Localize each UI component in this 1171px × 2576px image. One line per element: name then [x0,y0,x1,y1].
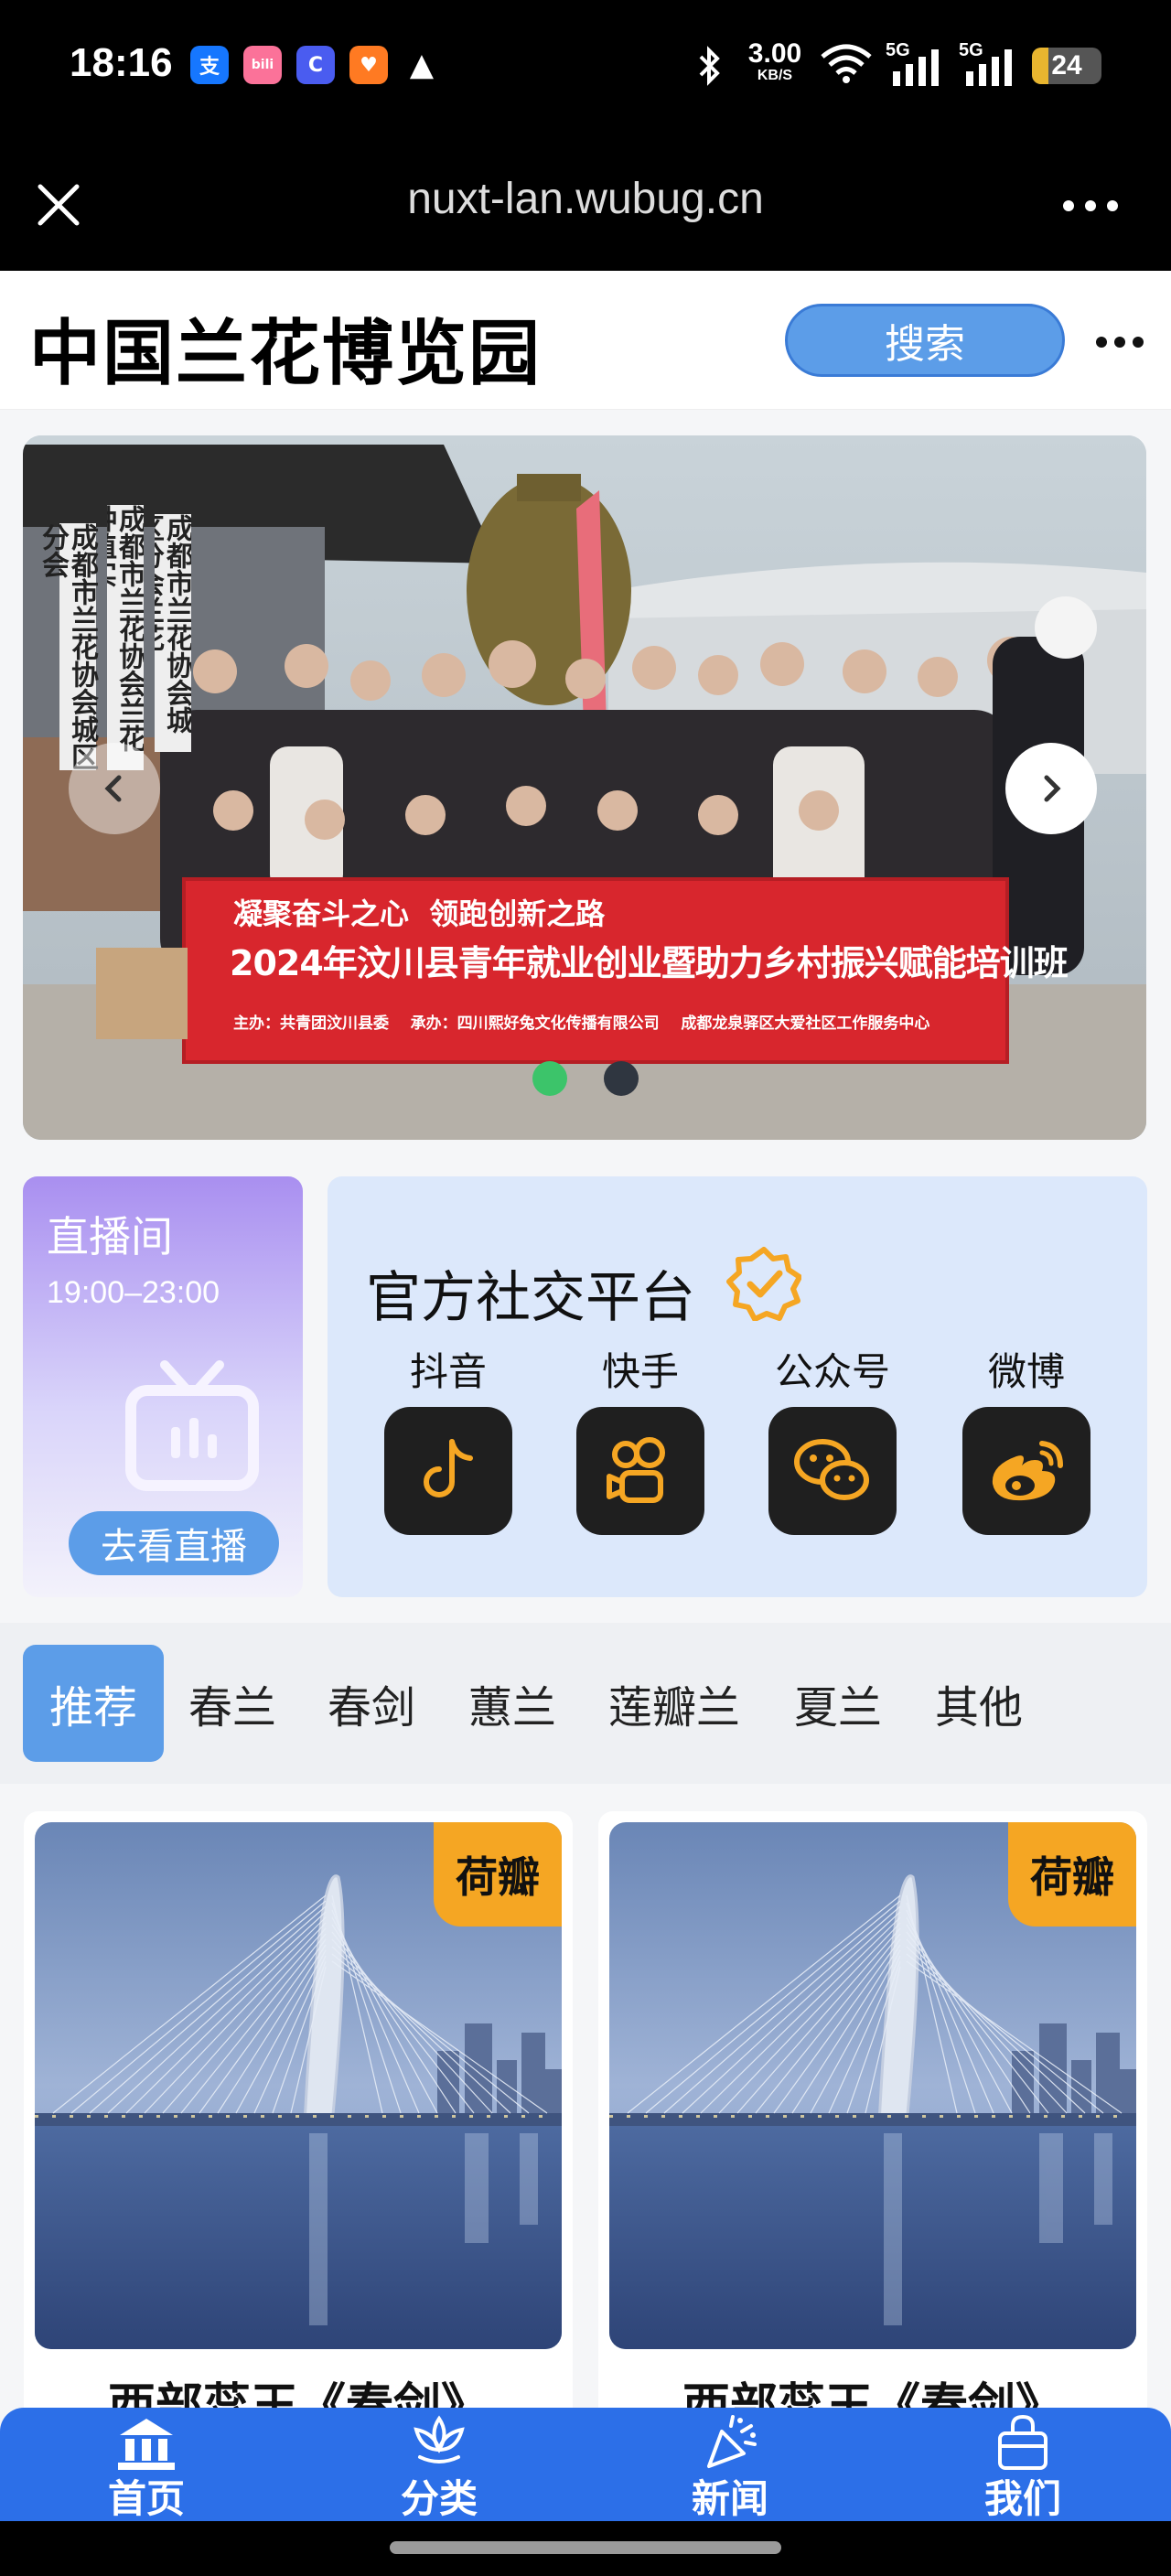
nav-label: 分类 [400,2476,478,2521]
live-room-card[interactable]: 直播间 19:00–23:00 去看直播 [23,1176,303,1597]
douyin-icon[interactable] [384,1407,512,1535]
banner-slogan: 凝聚奋斗之心 领跑创新之路 [233,896,606,931]
live-room-title: 直播间 [47,1212,173,1261]
warning-icon: ▲ [409,47,435,83]
network-speed: 3.00 KB/S [741,40,809,84]
search-button[interactable]: 搜索 [785,304,1065,377]
tab-chunlan[interactable]: 春兰 [177,1645,287,1762]
social-label: 微博 [987,1349,1065,1394]
bottom-navigation: 首页 分类 新闻 我们 [0,2408,1171,2521]
product-badge: 荷瓣 [434,1822,562,1927]
carousel-dot[interactable] [604,1061,639,1096]
social-label: 快手 [601,1349,679,1394]
gesture-bar-area [0,2521,1171,2576]
banner-organizers: 主办：共青团汶川县委 承办：四川熙好兔文化传播有限公司 成都龙泉驿区大爱社区工作… [233,1014,930,1033]
nav-about-us[interactable]: 我们 [931,2413,1114,2524]
social-weibo[interactable]: 微博 [962,1341,1090,1535]
wechat-glyph [794,1439,869,1500]
weibo-icon[interactable] [962,1407,1090,1535]
nav-label: 首页 [107,2476,185,2521]
battery-level: 24 [1051,50,1082,80]
social-douyin[interactable]: 抖音 [384,1341,512,1535]
verified-badge-icon [726,1247,801,1321]
tab-lianbanlan[interactable]: 莲瓣兰 [598,1645,750,1762]
social-platforms-card: 官方社交平台 抖音 快手 公众号 微博 [328,1176,1147,1597]
nav-news[interactable]: 新闻 [639,2413,822,2524]
tv-icon [125,1360,259,1491]
url-display[interactable]: nuxt-lan.wubug.cn [311,174,860,224]
social-title: 官方社交平台 [366,1266,695,1330]
browser-app-icon: C [296,46,335,84]
social-wechat[interactable]: 公众号 [768,1341,897,1535]
home-indicator[interactable] [390,2541,781,2554]
tab-xialan[interactable]: 夏兰 [783,1645,893,1762]
bluetooth-icon [699,46,720,86]
product-badge: 荷瓣 [1008,1822,1136,1927]
weibo-glyph [992,1441,1063,1501]
nav-category[interactable]: 分类 [348,2413,531,2524]
more-options-icon[interactable] [1061,192,1120,220]
network-speed-unit: KB/S [757,68,793,83]
health-app-icon: ♥ [349,46,388,84]
nav-label: 新闻 [691,2476,768,2521]
close-icon[interactable] [33,179,84,231]
kuaishou-icon[interactable] [576,1407,704,1535]
kuaishou-glyph [607,1437,665,1503]
carousel-photo [23,435,1146,1140]
carousel-sign-2: 成都市兰花协会兰花种植实 [107,505,144,770]
social-label: 公众号 [774,1349,890,1394]
chevron-right-icon [1044,775,1061,802]
social-label: 抖音 [409,1349,487,1394]
cell-signal-1: 5G [886,40,948,86]
nav-label: 我们 [983,2476,1061,2521]
carousel-dot-active[interactable] [532,1061,567,1096]
watch-live-button[interactable]: 去看直播 [69,1511,279,1575]
tab-chunjian[interactable]: 春剑 [317,1645,426,1762]
carousel-next-button[interactable] [1005,743,1097,834]
bilibili-icon: bili [243,46,282,84]
cell-signal-2: 5G [959,40,1021,86]
signal-bars-icon [966,49,1012,86]
carousel-sign-3: 成都市兰花协会城区分会兰花 [155,514,191,752]
site-logo[interactable]: 中国兰花博览园 [29,296,542,399]
browser-toolbar: nuxt-lan.wubug.cn [0,137,1171,271]
about-us-icon [998,2414,1047,2470]
live-room-time: 19:00–23:00 [47,1275,220,1310]
social-kuaishou[interactable]: 快手 [576,1341,704,1535]
wechat-icon[interactable] [768,1407,897,1535]
tab-recommended[interactable]: 推荐 [23,1645,164,1762]
battery-indicator: 24 [1032,48,1101,84]
menu-dots-icon[interactable] [1094,333,1145,351]
site-header: 中国兰花博览园 搜索 [0,271,1171,410]
network-speed-value: 3.00 [747,38,802,69]
carousel-sign-1: 成都市兰花协会城区分会 [37,523,98,770]
banner-headline: 2024年汶川县青年就业创业暨助力乡村振兴赋能培训班 [230,943,1069,983]
category-icon [414,2415,465,2463]
status-bar: 18:16 支 bili C ♥ ▲ 3.00 KB/S 5G 5G 24 [0,0,1171,137]
wifi-icon [821,44,872,83]
douyin-glyph [424,1439,473,1497]
status-time: 18:16 [70,40,173,85]
signal-bars-icon [893,49,939,86]
news-icon [707,2415,757,2468]
alipay-icon: 支 [190,46,229,84]
tab-other[interactable]: 其他 [924,1645,1034,1762]
product-card[interactable]: 荷瓣 西部蕊王《春剑》 [598,1811,1147,2433]
tab-huilan[interactable]: 蕙兰 [457,1645,567,1762]
nav-home[interactable]: 首页 [55,2413,238,2524]
carousel-prev-button[interactable] [69,743,160,834]
product-card[interactable]: 荷瓣 西部蕊王《春剑》 [24,1811,573,2433]
category-tabs: 推荐 春兰 春剑 蕙兰 莲瓣兰 夏兰 其他 [0,1623,1171,1784]
chevron-left-icon [104,775,122,802]
home-icon [118,2419,175,2470]
banner-carousel[interactable]: 成都市兰花协会城区分会 成都市兰花协会兰花种植实 成都市兰花协会城区分会兰花 凝… [23,435,1146,1140]
